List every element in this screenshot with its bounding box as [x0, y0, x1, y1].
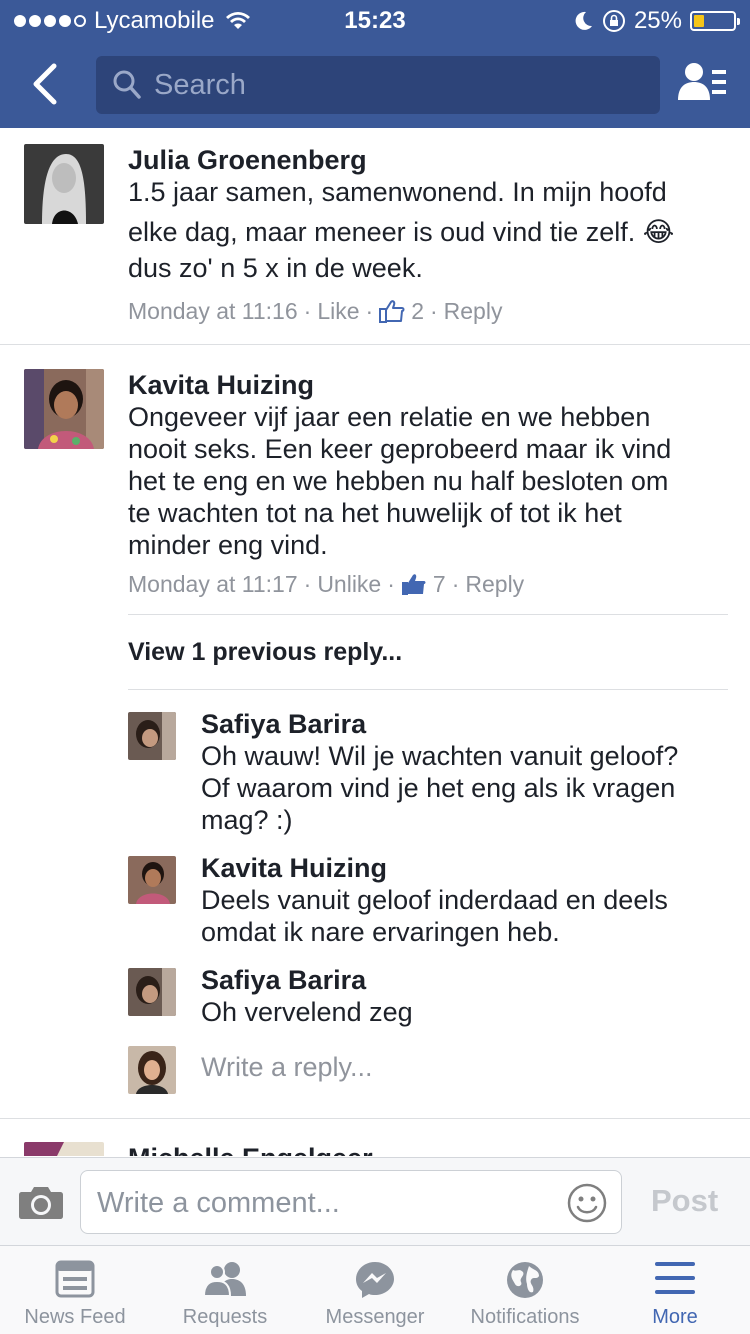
- comment-text-line: het te eng en we hebben nu half besloten…: [128, 466, 669, 496]
- comment-body: Michelle Engelgeer: [128, 1142, 726, 1156]
- search-bar[interactable]: [96, 56, 660, 114]
- reply-body: Safiya Barira Oh wauw! Wil je wachten va…: [201, 708, 728, 836]
- comment-body: Julia Groenenberg 1.5 jaar samen, samenw…: [128, 144, 726, 326]
- separator-dot: ·: [429, 298, 438, 324]
- comment-time[interactable]: Monday at 11:17: [128, 569, 298, 599]
- comment-text: 1.5 jaar samen, samenwonend. In mijn hoo…: [128, 172, 726, 288]
- tab-bar: News Feed Requests Messenger Notificatio…: [0, 1245, 750, 1334]
- avatar[interactable]: [128, 712, 176, 760]
- separator-dot: ·: [365, 298, 374, 324]
- reply-text: Oh vervelend zeg: [201, 996, 728, 1028]
- like-count-value: 2: [411, 298, 424, 324]
- reply-link[interactable]: Reply: [444, 296, 503, 326]
- reply-author[interactable]: Safiya Barira: [201, 708, 728, 740]
- comment-author[interactable]: Kavita Huizing: [128, 369, 726, 401]
- comment-text-line: Ongeveer vijf jaar een relatie en we heb…: [128, 402, 651, 432]
- comment-text-line: dus zo' n 5 x in de week.: [128, 253, 423, 283]
- emoji-icon[interactable]: [567, 1183, 607, 1223]
- news-feed-icon: [55, 1260, 95, 1298]
- friends-list-icon[interactable]: [678, 60, 728, 106]
- separator-dot: ·: [303, 571, 312, 597]
- write-reply-input[interactable]: Write a reply...: [201, 1052, 728, 1083]
- comment-text-line: nooit seks. Een keer geprobeerd maar ik …: [128, 434, 672, 464]
- unlike-link[interactable]: Unlike: [317, 569, 381, 599]
- like-count[interactable]: 7: [401, 569, 446, 599]
- comment-text-line: elke dag, maar meneer is oud vind tie ze…: [128, 217, 675, 247]
- comments-list[interactable]: Julia Groenenberg 1.5 jaar samen, samenw…: [0, 128, 750, 1156]
- reply-text: Deels vanuit geloof inderdaad en deels o…: [201, 884, 728, 948]
- reply-body: Safiya Barira Oh vervelend zeg: [201, 964, 728, 1028]
- reply-text-line: Of waarom vind je het eng als ik vragen: [201, 773, 676, 803]
- post-button[interactable]: Post: [651, 1183, 718, 1219]
- reply-author[interactable]: Kavita Huizing: [201, 852, 728, 884]
- comment-body: Kavita Huizing Ongeveer vijf jaar een re…: [128, 369, 726, 599]
- divider: [0, 1118, 750, 1119]
- divider: [128, 614, 728, 615]
- thumbs-up-icon: [379, 300, 405, 323]
- search-input[interactable]: [154, 65, 634, 105]
- reply-text: Oh wauw! Wil je wachten vanuit geloof? O…: [201, 740, 728, 836]
- tab-label: Messenger: [325, 1306, 425, 1328]
- top-bar: Lycamobile 15:23 25%: [0, 0, 750, 128]
- avatar[interactable]: [128, 968, 176, 1016]
- separator-dot: ·: [451, 571, 460, 597]
- comment-text-line: minder eng vind.: [128, 530, 328, 560]
- comment-meta: Monday at 11:16 · Like · 2 · Reply: [128, 296, 726, 326]
- comment-time[interactable]: Monday at 11:16: [128, 296, 298, 326]
- like-link[interactable]: Like: [317, 296, 359, 326]
- comment-input[interactable]: [97, 1183, 547, 1223]
- search-icon: [113, 70, 141, 99]
- notifications-icon: [507, 1262, 543, 1298]
- back-arrow-icon[interactable]: [28, 62, 64, 106]
- tab-label: Notifications: [470, 1306, 580, 1328]
- camera-icon[interactable]: [18, 1184, 64, 1220]
- moon-icon: [575, 11, 592, 30]
- tab-news-feed[interactable]: News Feed: [0, 1246, 150, 1334]
- thumbs-up-icon: [401, 574, 426, 595]
- reply-body: Kavita Huizing Deels vanuit geloof inder…: [201, 852, 728, 948]
- battery-percent: 25%: [633, 7, 682, 34]
- comment-text-line: 1.5 jaar samen, samenwonend. In mijn hoo…: [128, 177, 667, 207]
- comment-meta: Monday at 11:17 · Unlike · 7 · Reply: [128, 569, 726, 599]
- tab-requests[interactable]: Requests: [150, 1246, 300, 1334]
- reply-text-line: Oh vervelend zeg: [201, 997, 413, 1027]
- comment-input-box[interactable]: [80, 1170, 622, 1234]
- tab-label: Requests: [182, 1306, 268, 1328]
- tab-more[interactable]: More: [600, 1246, 750, 1334]
- reply-link[interactable]: Reply: [465, 569, 524, 599]
- more-icon: [655, 1262, 695, 1294]
- status-right: 25%: [574, 7, 740, 35]
- comment-composer: Post: [0, 1157, 750, 1245]
- battery-icon: [690, 11, 740, 31]
- messenger-icon: [356, 1262, 394, 1298]
- divider: [0, 344, 750, 345]
- tab-notifications[interactable]: Notifications: [450, 1246, 600, 1334]
- current-user-avatar: [128, 1046, 176, 1094]
- separator-dot: ·: [387, 571, 395, 597]
- reply-text-line: mag? :): [201, 805, 293, 835]
- rotation-lock-icon: [602, 10, 625, 32]
- reply-text-line: Oh wauw! Wil je wachten vanuit geloof?: [201, 741, 679, 771]
- tab-messenger[interactable]: Messenger: [300, 1246, 450, 1334]
- avatar[interactable]: [128, 856, 176, 904]
- tab-label: More: [652, 1306, 698, 1328]
- divider: [128, 689, 728, 690]
- avatar[interactable]: [24, 1142, 104, 1156]
- comment-author[interactable]: Michelle Engelgeer: [128, 1142, 726, 1156]
- view-previous-replies-link[interactable]: View 1 previous reply...: [128, 638, 402, 667]
- reply-author[interactable]: Safiya Barira: [201, 964, 728, 996]
- tab-label: News Feed: [24, 1306, 126, 1328]
- status-bar: Lycamobile 15:23 25%: [0, 0, 750, 40]
- separator-dot: ·: [303, 298, 312, 324]
- like-count[interactable]: 2: [379, 296, 424, 326]
- avatar[interactable]: [24, 144, 104, 224]
- like-count-value: 7: [432, 571, 446, 597]
- reply-text-line: omdat ik nare ervaringen heb.: [201, 917, 560, 947]
- comment-text: Ongeveer vijf jaar een relatie en we heb…: [128, 401, 726, 561]
- reply-text-line: Deels vanuit geloof inderdaad en deels: [201, 885, 668, 915]
- avatar[interactable]: [24, 369, 104, 449]
- requests-icon: [202, 1262, 246, 1297]
- comment-text-line: te wachten tot na het huwelijk of tot ik…: [128, 498, 622, 528]
